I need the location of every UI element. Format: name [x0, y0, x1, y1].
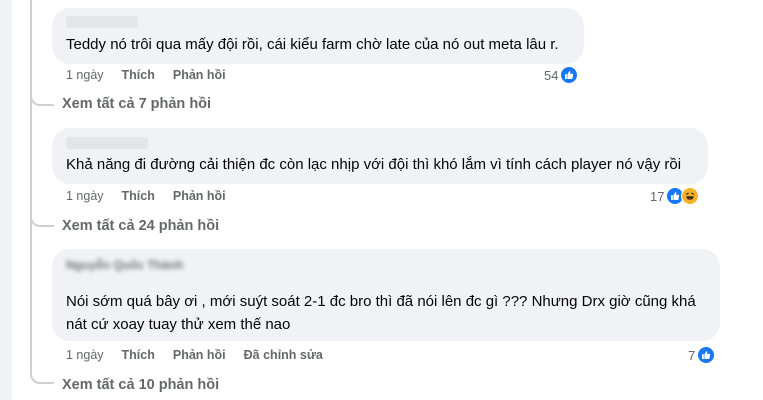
reaction-count: 7 [688, 347, 696, 363]
comment-actions: 1 ngày Thích Phản hồi [66, 68, 244, 82]
comment-bubble: Nguyễn Quốc Thành Nói sớm quá bây ơi , m… [52, 249, 720, 341]
left-panel-edge [0, 0, 12, 400]
thread-connector [30, 372, 54, 384]
comment-actions: 1 ngày Thích Phản hồi Đã chỉnh sửa [66, 348, 341, 362]
comment-bubble: Teddy nó trôi qua mấy đội rồi, cái kiểu … [52, 8, 584, 64]
author-name[interactable]: Nguyễn Quốc Thành [66, 258, 183, 272]
reaction-summary[interactable]: 54 [544, 66, 579, 84]
like-button[interactable]: Thích [122, 68, 155, 82]
reply-button[interactable]: Phản hồi [173, 68, 226, 82]
thread-connector [30, 215, 54, 227]
comment-time[interactable]: 1 ngày [66, 189, 104, 203]
view-replies-link[interactable]: Xem tất cả 24 phản hồi [62, 218, 219, 234]
haha-icon [681, 187, 700, 205]
comment-actions: 1 ngày Thích Phản hồi [66, 189, 244, 203]
author-name-redacted[interactable] [66, 16, 138, 28]
comment-time[interactable]: 1 ngày [66, 348, 104, 362]
comment-text-line-2: nát cứ xoay tuay thử xem thế nao [66, 316, 291, 333]
author-name-redacted[interactable] [66, 137, 148, 149]
thread-line [30, 0, 32, 372]
reply-button[interactable]: Phản hồi [173, 189, 226, 203]
comment-text: Khả năng đi đường cải thiện đc còn lạc n… [66, 156, 682, 173]
like-button[interactable]: Thích [122, 348, 155, 362]
comment-bubble: Khả năng đi đường cải thiện đc còn lạc n… [52, 128, 708, 184]
edited-label[interactable]: Đã chỉnh sửa [244, 348, 323, 362]
comment-time[interactable]: 1 ngày [66, 68, 104, 82]
reaction-summary[interactable]: 17 [650, 187, 700, 205]
reaction-summary[interactable]: 7 [688, 346, 716, 364]
reaction-count: 54 [544, 67, 559, 83]
comment-text: Teddy nó trôi qua mấy đội rồi, cái kiểu … [66, 36, 559, 53]
like-button[interactable]: Thích [122, 189, 155, 203]
reaction-count: 17 [650, 188, 665, 204]
comment-text-line-1: Nói sớm quá bây ơi , mới suýt soát 2-1 đ… [66, 293, 696, 310]
thread-connector [30, 94, 54, 106]
view-replies-link[interactable]: Xem tất cả 7 phản hồi [62, 96, 211, 112]
like-icon [697, 346, 716, 364]
view-replies-link[interactable]: Xem tất cả 10 phản hồi [62, 377, 219, 393]
reply-button[interactable]: Phản hồi [173, 348, 226, 362]
like-icon [560, 66, 579, 84]
